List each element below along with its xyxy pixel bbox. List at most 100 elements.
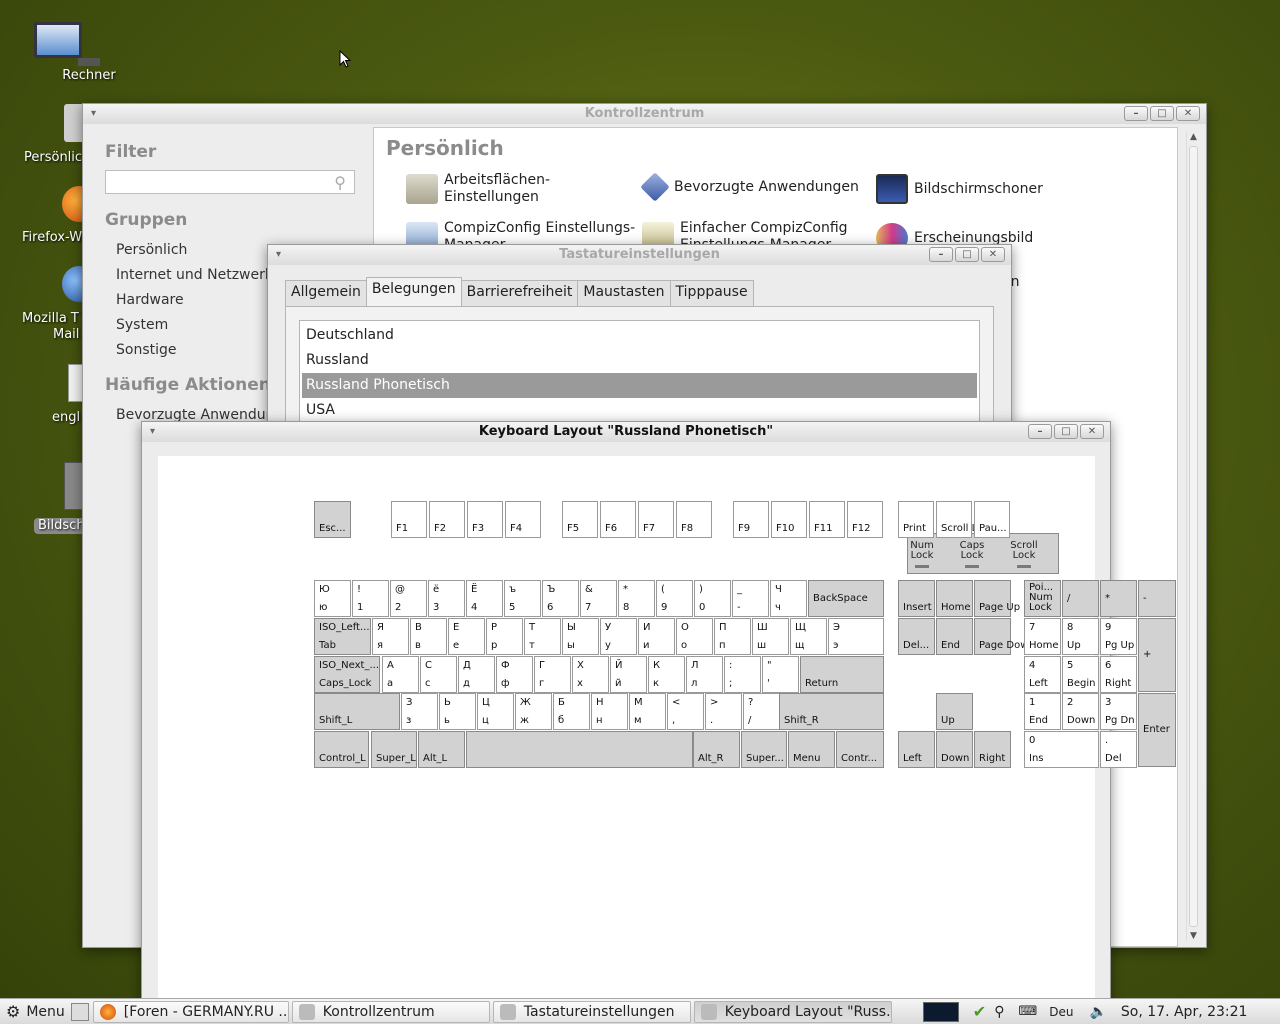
key-pau-: Pau... <box>974 501 1010 538</box>
key-modifier: Contr... <box>836 731 884 768</box>
window-menu-icon[interactable]: ▾ <box>276 245 281 265</box>
key-letter: Шш <box>752 618 789 655</box>
tab-accessibility[interactable]: Barrierefreiheit <box>460 280 579 307</box>
key-letter: <, <box>667 693 704 730</box>
minimize-button[interactable]: – <box>1124 106 1148 121</box>
tab-layouts[interactable]: Belegungen <box>365 277 462 307</box>
layout-item-selected[interactable]: Russland Phonetisch <box>302 373 977 398</box>
key-caps-lock: ISO_Next_... Caps_Lock <box>314 656 380 693</box>
desktop-icon-computer[interactable]: Rechner <box>34 22 144 84</box>
key-numpad-3: 3 Pg Dn <box>1100 693 1137 730</box>
clock[interactable]: So, 17. Apr, 23:21 <box>1121 1004 1248 1020</box>
scroll-thumb[interactable] <box>1189 146 1198 927</box>
close-button[interactable]: ✕ <box>981 247 1005 262</box>
system-monitor-icon[interactable] <box>922 1001 959 1022</box>
tab-typing-break[interactable]: Tipppause <box>669 280 754 307</box>
maximize-button[interactable]: □ <box>1054 424 1078 439</box>
section-title: Persönlich <box>386 136 504 160</box>
search-icon: ⚲ <box>334 173 346 192</box>
key-numpad-add: + <box>1138 618 1176 692</box>
control-center-titlebar[interactable]: ▾ Kontrollzentrum – □ ✕ <box>83 104 1206 124</box>
key-f7: F7 <box>638 501 674 538</box>
key-letter: Кк <box>648 656 685 693</box>
scroll-up-icon[interactable]: ▲ <box>1187 132 1200 142</box>
desktop-icon-personal[interactable]: Persönlic <box>0 104 98 165</box>
filter-input[interactable]: ⚲ <box>105 170 355 194</box>
key-numpad-subtract: - <box>1138 580 1176 617</box>
task-control-center[interactable]: Kontrollzentrum <box>291 1000 490 1023</box>
key-f4: F4 <box>505 501 541 538</box>
search-icon[interactable]: ⚲ <box>994 1004 1004 1020</box>
keyboard-indicator[interactable]: Deu <box>1049 1005 1073 1019</box>
layout-item[interactable]: USA <box>302 398 977 423</box>
tab-general[interactable]: Allgemein <box>285 280 367 307</box>
key-modifier: Alt_L <box>418 731 465 768</box>
desktop-icon-document[interactable]: engl <box>0 364 94 425</box>
desktop-icon-thunderbird[interactable]: Mozilla T Mail <box>0 266 96 342</box>
key-numpad-7: 7 Home <box>1024 618 1061 655</box>
task-keyboard-settings[interactable]: Tastatureinstellungen <box>492 1000 691 1023</box>
window-menu-icon[interactable]: ▾ <box>91 104 96 124</box>
workspace-settings-item[interactable]: Arbeitsflächen- Einstellungen <box>406 172 550 206</box>
key-modifier: Super... <box>741 731 787 768</box>
key-letter: Бб <box>553 693 590 730</box>
key-numpad-4: 4 Left <box>1024 656 1061 693</box>
key-letter: Нн <box>591 693 628 730</box>
key-tab: ISO_Left... Tab <box>314 618 371 655</box>
layout-list: Deutschland Russland Russland Phonetisch… <box>299 320 980 422</box>
key-letter: Хх <box>572 656 609 693</box>
scroll-down-icon[interactable]: ▼ <box>1187 931 1200 941</box>
minimize-button[interactable]: – <box>929 247 953 262</box>
item-label-line1: CompizConfig Einstellungs- <box>444 220 636 236</box>
task-keyboard-layout[interactable]: Keyboard Layout "Russ... <box>693 1000 892 1023</box>
main-menu-button[interactable]: ⚙ Menu <box>0 1002 71 1021</box>
layout-item[interactable]: Russland <box>302 348 977 373</box>
key-letter: Пп <box>714 618 751 655</box>
close-button[interactable]: ✕ <box>1080 424 1104 439</box>
keyboard-settings-titlebar[interactable]: ▾ Tastatureinstellungen – □ ✕ <box>268 245 1011 265</box>
key-letter: Дд <box>458 656 495 693</box>
volume-icon[interactable]: 🔈 <box>1089 1004 1106 1020</box>
close-button[interactable]: ✕ <box>1176 106 1200 121</box>
tab-mouse-keys[interactable]: Maustasten <box>577 280 671 307</box>
key-modifier: Menu <box>788 731 835 768</box>
desktop-icon-screenshot[interactable]: Bildsch <box>0 462 90 534</box>
key-letter: Ьь <box>439 693 476 730</box>
layout-item[interactable]: Deutschland <box>302 323 977 348</box>
screensaver-item[interactable]: Bildschirmschoner <box>876 174 1043 204</box>
window-menu-icon[interactable]: ▾ <box>150 422 155 442</box>
key-navigation: Page Down <box>974 618 1035 655</box>
show-desktop-icon[interactable] <box>70 1002 89 1021</box>
task-firefox[interactable]: [Foren - GERMANY.RU ... <box>92 1000 289 1023</box>
key-numpad-multiply: * <box>1100 580 1137 617</box>
key-shift-right: Shift_R <box>779 693 884 730</box>
task-label: Tastatureinstellungen <box>523 1003 675 1020</box>
key-letter: Оо <box>676 618 713 655</box>
desktop-icon-firefox[interactable]: Firefox-W <box>0 186 96 245</box>
keyboard-icon <box>700 1003 717 1020</box>
task-label: [Foren - GERMANY.RU ... <box>123 1003 289 1020</box>
keyboard-layout-titlebar[interactable]: ▾ Keyboard Layout "Russland Phonetisch" … <box>142 422 1110 442</box>
screensaver-icon <box>876 174 908 204</box>
key-number-row: ) 0 <box>694 580 731 617</box>
control-center-icon <box>298 1003 315 1020</box>
preferred-apps-item[interactable]: Bevorzugte Anwendungen <box>640 172 859 202</box>
menu-label: Menu <box>26 1003 65 1020</box>
key-number-row: ё3 <box>428 580 465 617</box>
key-return: Return <box>800 656 884 693</box>
key-letter: Мм <box>629 693 666 730</box>
window-title: Keyboard Layout "Russland Phonetisch" <box>478 424 774 439</box>
key-number-row: ъ5 <box>504 580 541 617</box>
key-esc-: Esc... <box>314 501 351 538</box>
caps-lock-lamp: Caps Lock <box>952 541 992 568</box>
update-ok-icon[interactable]: ✔ <box>973 1002 986 1021</box>
key-modifier: Control_L <box>314 731 369 768</box>
maximize-button[interactable]: □ <box>1150 106 1174 121</box>
vertical-scrollbar[interactable]: ▲ ▼ <box>1186 132 1200 941</box>
minimize-button[interactable]: – <box>1028 424 1052 439</box>
keyboard-diagram: Num Lock Caps Lock Scroll Lock Esc... F1 F2 F3… <box>158 456 1176 1016</box>
key-navigation: Home <box>936 580 973 617</box>
key-letter: Вв <box>410 618 447 655</box>
key-letter: Лл <box>686 656 723 693</box>
maximize-button[interactable]: □ <box>955 247 979 262</box>
